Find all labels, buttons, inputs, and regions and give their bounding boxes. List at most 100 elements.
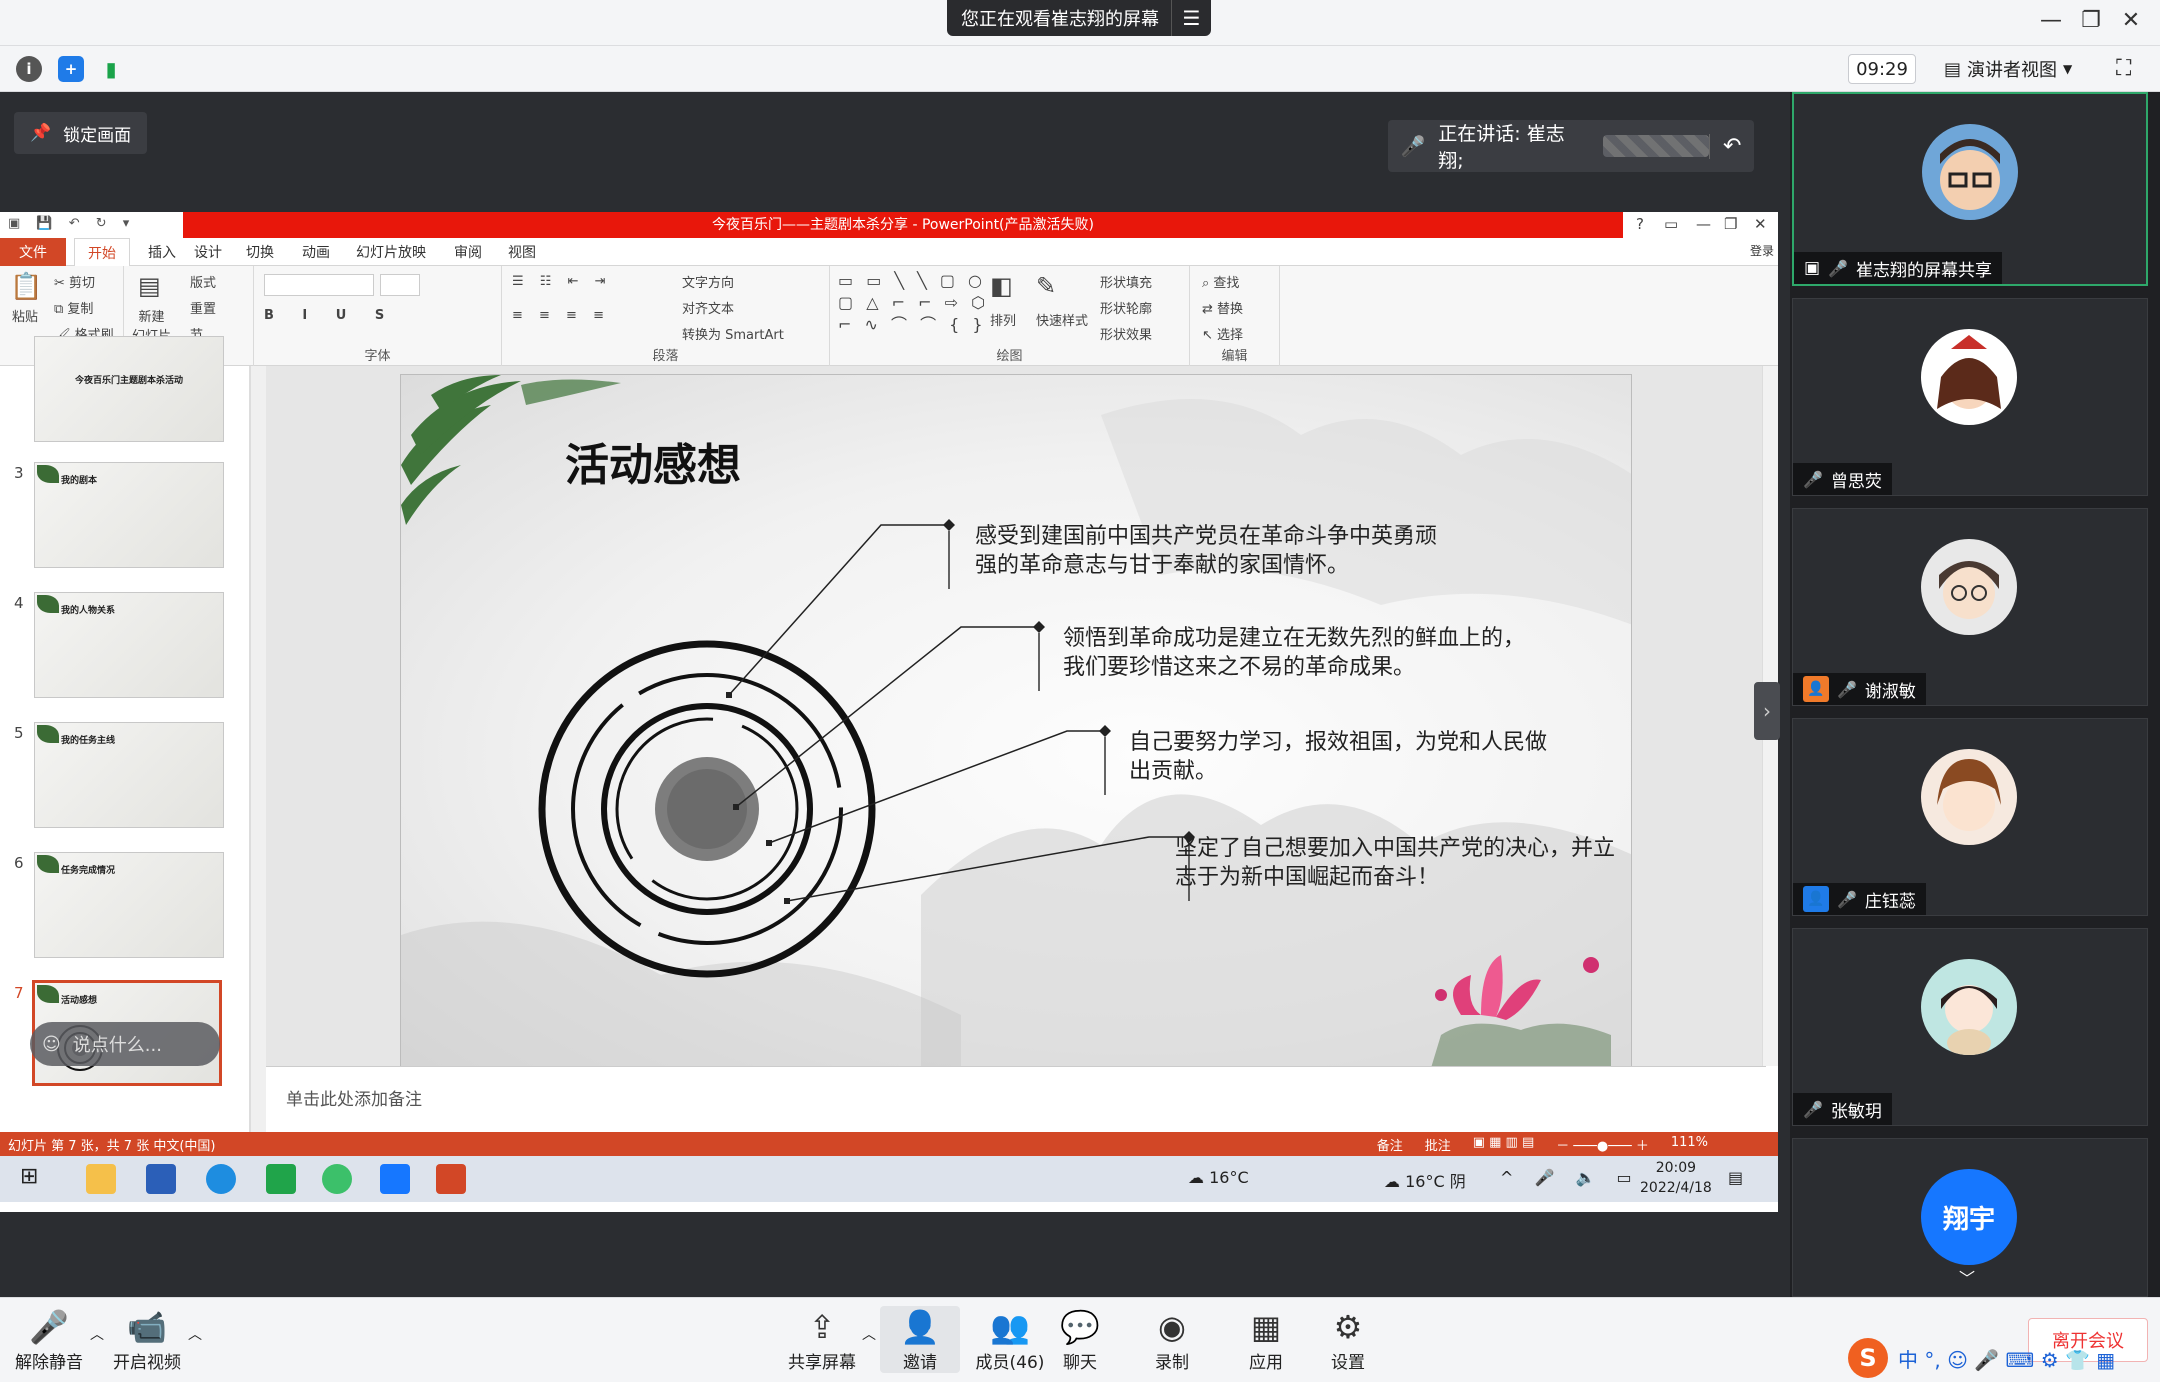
zoom-level[interactable]: 111% xyxy=(1671,1135,1708,1154)
slide-point-1[interactable]: 感受到建国前中国共产党员在革命斗争中英勇顽强的革命意志与甘于奉献的家国情怀。 xyxy=(975,521,1445,579)
wechat-icon[interactable] xyxy=(322,1164,352,1194)
slide-title[interactable]: 活动感想 xyxy=(565,429,741,493)
chevron-up-icon[interactable]: ︿ xyxy=(90,1324,104,1344)
tab-view[interactable]: 视图 xyxy=(508,242,536,262)
help-icon[interactable]: ? xyxy=(1636,215,1644,233)
view-buttons[interactable]: ▣ ▦ ▥ ▤ xyxy=(1473,1135,1535,1154)
system-tray-icons[interactable]: ^ 🎤 🔈 ▭ xyxy=(1500,1168,1640,1187)
tencent-meeting-icon[interactable] xyxy=(380,1164,410,1194)
slide-thumbnail[interactable]: 我的人物关系 xyxy=(34,592,224,698)
taskbar-clock[interactable]: 20:09 2022/4/18 xyxy=(1640,1158,1712,1198)
record-button[interactable]: ◉ 录制 xyxy=(1132,1306,1212,1373)
font-size-select[interactable] xyxy=(380,274,420,296)
ribbon-display-icon[interactable]: ▭ xyxy=(1664,215,1678,233)
ime-toolbar[interactable]: S 中 °, ☺ 🎤 ⌨ ⚙ 👕 ▦ xyxy=(1848,1338,2115,1378)
font-family-select[interactable] xyxy=(264,274,374,296)
current-slide[interactable]: 活动感想 感受到建国前中国共产党员在革命斗争中英勇顽强的革命意志与甘于奉献的家国… xyxy=(400,374,1632,1067)
list-buttons[interactable]: ☰ ☷ ⇤ ⇥ xyxy=(512,274,612,289)
file-explorer-icon[interactable] xyxy=(86,1164,116,1194)
zoom-slider[interactable]: － ───●─── ＋ xyxy=(1556,1135,1649,1154)
comments-toggle[interactable]: 批注 xyxy=(1425,1135,1451,1154)
chevron-up-icon[interactable]: ︿ xyxy=(188,1324,202,1344)
shape-fill-button[interactable]: 形状填充 xyxy=(1100,272,1152,291)
signal-icon[interactable]: ▮ xyxy=(98,56,124,82)
shape-effects-button[interactable]: 形状效果 xyxy=(1100,324,1152,343)
pdf-icon[interactable] xyxy=(266,1164,296,1194)
ime-tools-icons[interactable]: 中 °, ☺ 🎤 ⌨ ⚙ 👕 ▦ xyxy=(1898,1344,2115,1373)
font-format-buttons[interactable]: B I U S xyxy=(264,308,396,323)
shapes-gallery[interactable]: ▭ ▭ ╲ ╲ ▢ ○ ▢ △ ⌐ ⌐ ⇨ ⬡ ⌐ ∿ ⌒ ⌒ { } xyxy=(838,270,989,336)
participant-tile[interactable]: 👤 🎤 庄钰蕊 xyxy=(1792,718,2148,916)
close-icon[interactable]: ✕ xyxy=(2116,8,2146,33)
notes-pane[interactable]: 单击此处添加备注 xyxy=(266,1066,1766,1132)
tab-design[interactable]: 设计 xyxy=(194,242,222,262)
reset-button[interactable]: 重置 xyxy=(190,298,216,317)
align-text-button[interactable]: 对齐文本 xyxy=(682,298,734,317)
slide-thumbnail[interactable]: 任务完成情况 xyxy=(34,852,224,958)
invite-button[interactable]: 👤 邀请 xyxy=(880,1306,960,1373)
start-video-button[interactable]: 📹 开启视频 xyxy=(106,1306,188,1373)
share-screen-button[interactable]: ⇪ 共享屏幕 xyxy=(780,1306,864,1373)
new-slide-icon[interactable]: ▤ xyxy=(138,272,161,300)
chat-button[interactable]: 💬 聊天 xyxy=(1040,1306,1120,1373)
powerpoint-icon[interactable] xyxy=(436,1164,466,1194)
restore-icon[interactable]: ❐ xyxy=(2076,8,2106,33)
notification-icon[interactable]: ▤ xyxy=(1728,1168,1743,1187)
chevron-up-icon[interactable]: ︿ xyxy=(862,1324,876,1344)
layout-button[interactable]: 版式 xyxy=(190,272,216,291)
participant-tile[interactable]: 🎤 张敏玥 xyxy=(1792,928,2148,1126)
arrange-button[interactable]: 排列 xyxy=(990,310,1016,329)
watching-indicator[interactable]: 您正在观看崔志翔的屏幕 ☰ xyxy=(947,0,1211,36)
participant-tile[interactable]: 👤 🎤 谢淑敏 xyxy=(1792,508,2148,706)
collapse-panel-handle[interactable]: › xyxy=(1754,682,1780,740)
tab-review[interactable]: 审阅 xyxy=(454,242,482,262)
quick-access-toolbar[interactable]: ▣ 💾 ↶ ↻ ▾ xyxy=(8,216,135,231)
arrange-icon[interactable]: ◧ xyxy=(990,272,1013,300)
tab-insert[interactable]: 插入 xyxy=(148,242,176,262)
tab-transitions[interactable]: 切换 xyxy=(246,242,274,262)
slide-point-4[interactable]: 坚定了自己想要加入中国共产党的决心，并立志于为新中国崛起而奋斗！ xyxy=(1175,833,1631,891)
participant-tile[interactable]: ▣ 🎤 崔志翔的屏幕共享 xyxy=(1792,92,2148,286)
view-mode-dropdown[interactable]: ▤ 演讲者视图 ▼ xyxy=(1938,54,2104,84)
thumbnails-scrollbar[interactable] xyxy=(250,366,266,1132)
notes-toggle[interactable]: 备注 xyxy=(1377,1135,1403,1154)
tab-home[interactable]: 开始 xyxy=(74,238,130,266)
smartart-button[interactable]: 转换为 SmartArt xyxy=(682,324,784,343)
copy-button[interactable]: ⧉ 复制 xyxy=(54,298,93,317)
login-link[interactable]: 登录 xyxy=(1750,242,1774,259)
select-button[interactable]: ↖ 选择 xyxy=(1202,324,1243,343)
minimize-icon[interactable]: — xyxy=(2036,8,2066,33)
quick-styles-icon[interactable]: ✎ xyxy=(1036,272,1056,300)
minimize-icon[interactable]: — xyxy=(1696,215,1711,233)
apps-button[interactable]: ▦ 应用 xyxy=(1226,1306,1306,1373)
chevron-down-icon[interactable]: ﹀ xyxy=(1959,1265,1975,1289)
slide-point-3[interactable]: 自己要努力学习，报效祖国，为党和人民做出贡献。 xyxy=(1129,727,1549,785)
weather-widget[interactable]: ☁ 16°C xyxy=(1188,1168,1249,1187)
lock-screen-button[interactable]: 📌 锁定画面 xyxy=(14,112,148,154)
participant-tile[interactable]: 翔宇 ﹀ xyxy=(1792,1138,2148,1297)
tab-slideshow[interactable]: 幻灯片放映 xyxy=(356,242,426,262)
word-icon[interactable] xyxy=(146,1164,176,1194)
cut-button[interactable]: ✂ 剪切 xyxy=(54,272,95,291)
slide-thumbnail[interactable]: 我的任务主线 xyxy=(34,722,224,828)
shield-icon[interactable]: + xyxy=(58,56,84,82)
slide-thumbnail[interactable]: 今夜百乐门主题剧本杀活动 xyxy=(34,336,224,442)
fullscreen-icon[interactable]: ⛶ xyxy=(2116,56,2131,81)
reply-icon[interactable]: ↶ xyxy=(1709,133,1754,159)
text-direction-button[interactable]: 文字方向 xyxy=(682,272,734,291)
weather-widget-2[interactable]: ☁ 16°C 阴 xyxy=(1384,1168,1466,1192)
tab-animations[interactable]: 动画 xyxy=(302,242,330,262)
shape-outline-button[interactable]: 形状轮廓 xyxy=(1100,298,1152,317)
paste-button[interactable]: 粘贴 xyxy=(12,306,38,325)
edge-icon[interactable] xyxy=(206,1164,236,1194)
replace-button[interactable]: ⇄ 替换 xyxy=(1202,298,1243,317)
unmute-button[interactable]: 🎤 解除静音 xyxy=(8,1306,90,1373)
info-icon[interactable]: i xyxy=(16,56,42,82)
windows-start-icon[interactable]: ⊞ xyxy=(20,1164,50,1194)
find-button[interactable]: ⌕ 查找 xyxy=(1202,272,1239,291)
paste-icon[interactable]: 📋 xyxy=(10,272,42,302)
participant-tile[interactable]: 🎤 曾思荧 xyxy=(1792,298,2148,496)
restore-icon[interactable]: ❐ xyxy=(1724,215,1737,233)
quick-styles-button[interactable]: 快速样式 xyxy=(1036,310,1088,329)
comment-input[interactable]: ☺ 说点什么... xyxy=(30,1022,220,1066)
